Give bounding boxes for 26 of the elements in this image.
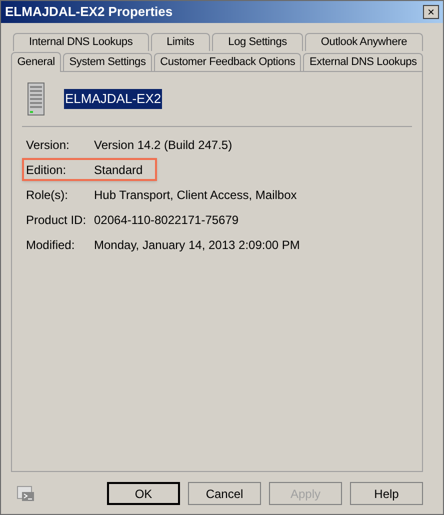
property-label: Version: (25, 136, 70, 154)
tab[interactable]: Customer Feedback Options (154, 53, 302, 71)
property-label: Product ID: (25, 212, 88, 228)
server-name[interactable]: ELMAJDAL-EX2 (64, 89, 162, 109)
tab[interactable]: Internal DNS Lookups (13, 33, 149, 51)
dialog-button[interactable]: Help (350, 482, 423, 505)
property-value: Standard (94, 162, 143, 178)
close-button[interactable]: × (423, 5, 439, 19)
tab[interactable]: General (11, 52, 62, 72)
dialog-button[interactable]: Cancel (188, 482, 261, 505)
tab[interactable]: Log Settings (212, 33, 303, 51)
dialog-button[interactable]: OK (107, 482, 180, 505)
property-label: Role(s): (25, 186, 70, 204)
property-value: 02064-110-8022171-75679 (94, 212, 239, 228)
tab[interactable]: Outlook Anywhere (304, 33, 423, 51)
property-value: Version 14.2 (Build 247.5) (94, 136, 232, 154)
window-title: ELMAJDAL-EX2 Properties (5, 3, 173, 22)
property-value: Monday, January 14, 2013 2:09:00 PM (94, 236, 300, 254)
tab[interactable]: System Settings (63, 53, 152, 71)
server-icon (26, 82, 46, 116)
tab[interactable]: Limits (150, 33, 210, 51)
tab[interactable]: External DNS Lookups (303, 53, 424, 71)
console-icon (17, 486, 35, 502)
property-value: Hub Transport, Client Access, Mailbox (94, 186, 297, 204)
property-label: Edition: (25, 162, 68, 178)
property-label: Modified: (25, 236, 76, 254)
